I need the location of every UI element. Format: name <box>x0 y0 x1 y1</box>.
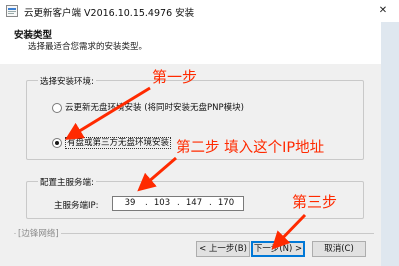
step3-arrow <box>271 213 307 250</box>
step1-arrow <box>64 86 151 140</box>
annotation-arrows <box>64 86 307 250</box>
step3-annotation: 第三步 <box>292 193 338 211</box>
step2-annotation: 第二步 填入这个IP地址 <box>176 140 325 156</box>
step1-annotation: 第一步 <box>152 68 198 86</box>
step2-arrow <box>137 156 177 192</box>
